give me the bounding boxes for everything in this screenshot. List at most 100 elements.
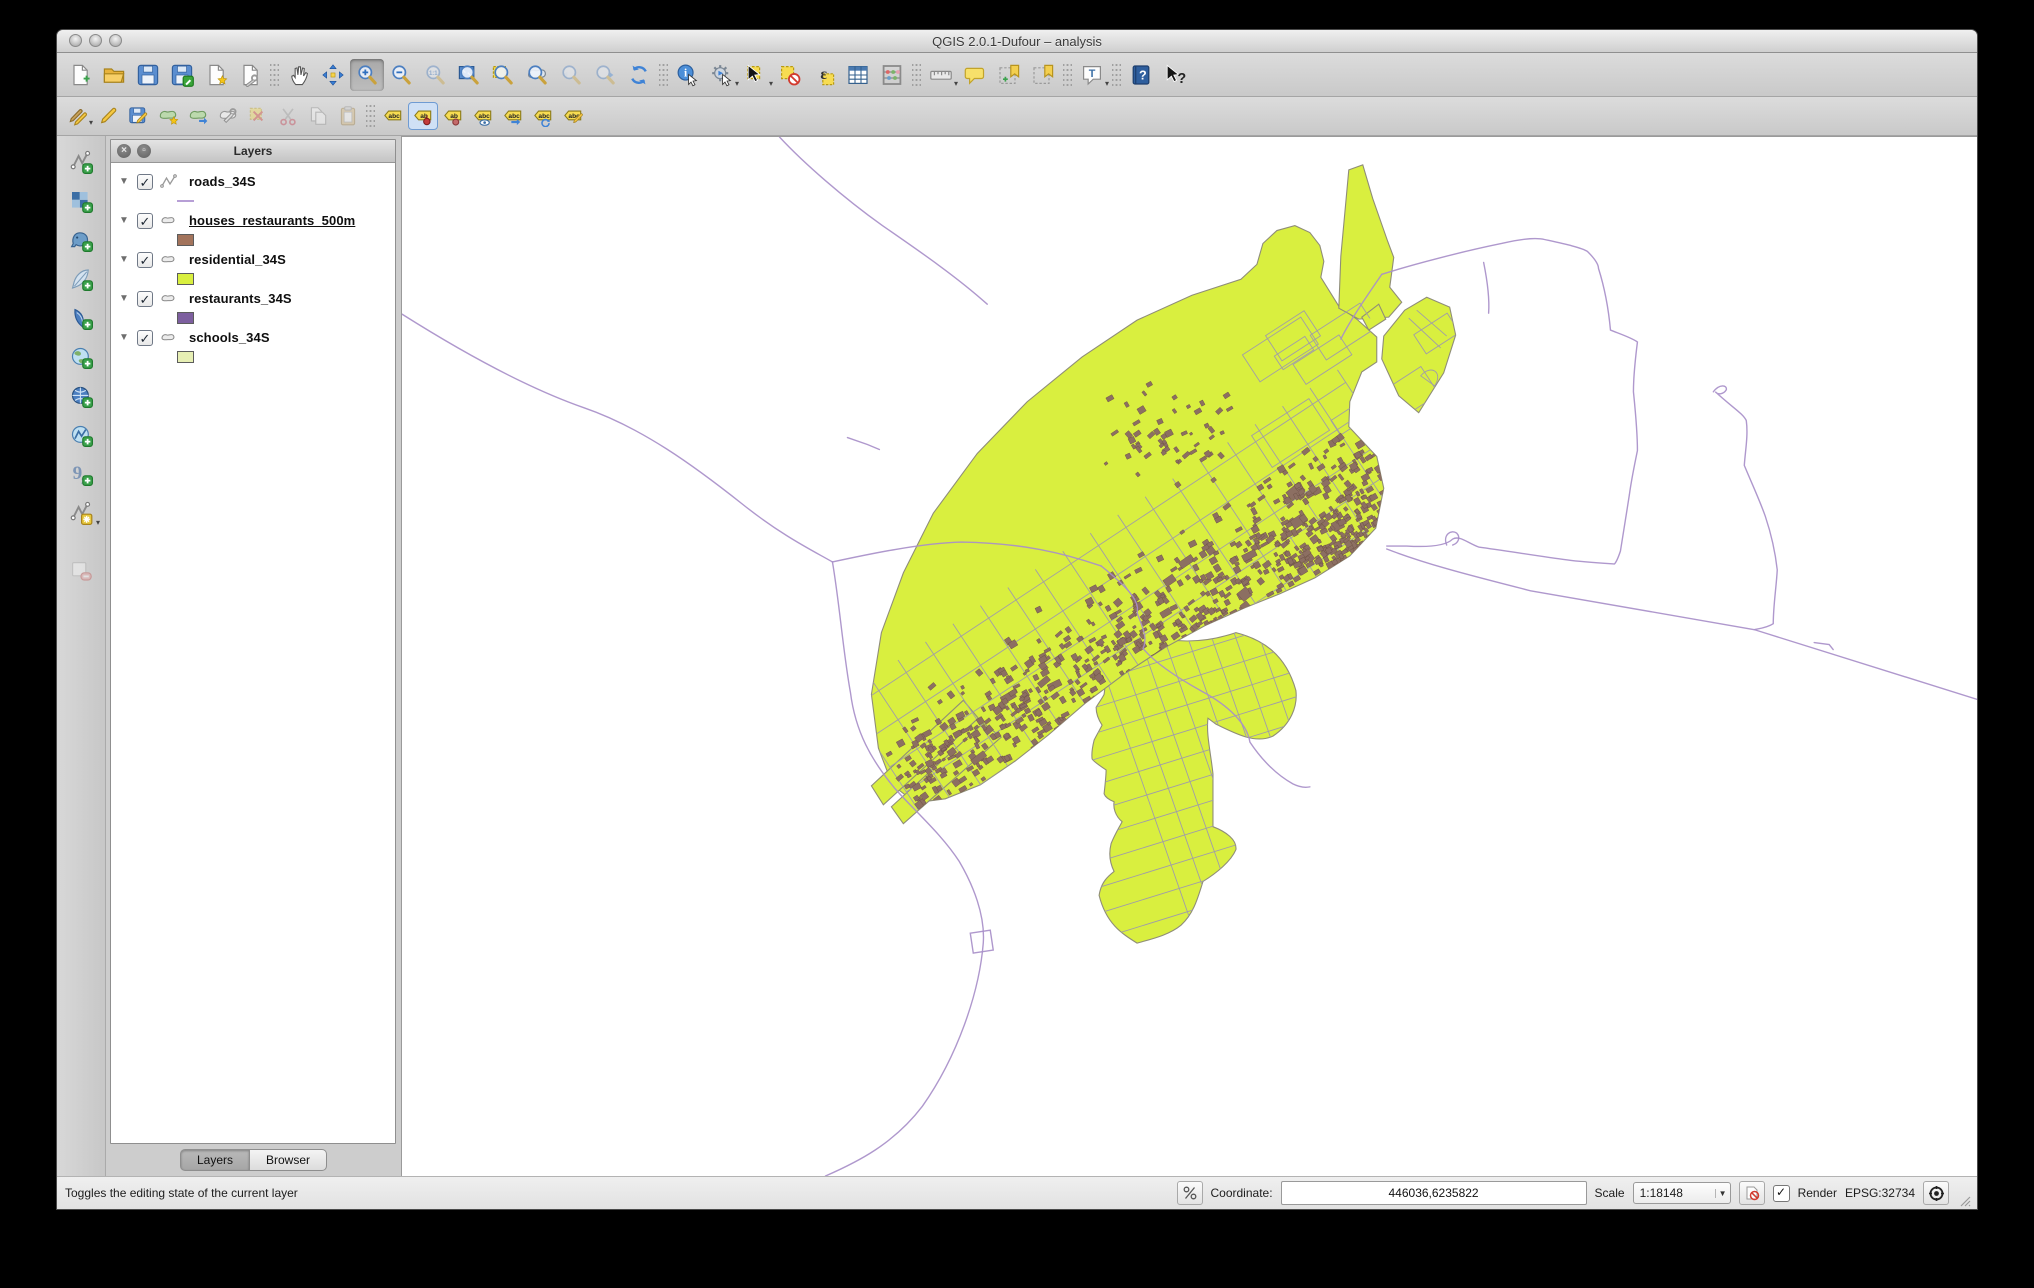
composer-manager-button[interactable] [233,59,267,91]
zoom-last-button[interactable] [554,59,588,91]
layer-row-restaurants_34S[interactable]: ▼✓restaurants_34S [111,286,395,311]
help-contents-button[interactable]: ? [1124,59,1158,91]
symbology-swatch [177,234,194,246]
add-spatialite-layer-button[interactable] [62,261,100,297]
rotate-label-button[interactable]: abc [528,102,558,130]
expand-arrow-icon[interactable]: ▼ [119,215,130,226]
expand-arrow-icon[interactable]: ▼ [119,293,130,304]
map-canvas[interactable] [402,136,1977,1176]
scale-combobox[interactable]: 1:18148 ▼ [1633,1182,1731,1204]
whats-this-button[interactable]: ? [1158,59,1192,91]
highlight-pinned-labels-button[interactable]: ab [438,102,468,130]
toggle-editing-button[interactable] [93,102,123,130]
select-features-button[interactable]: ▾ [739,59,773,91]
layer-checkbox[interactable]: ✓ [137,330,153,346]
open-attribute-table-button[interactable] [841,59,875,91]
field-calculator-button[interactable] [875,59,909,91]
desktop-background: QGIS 2.0.1-Dufour – analysis 1:1i▾▾ε▾T▾?… [0,0,2034,1288]
move-label-button[interactable]: abc [498,102,528,130]
add-delimited-text-layer-button[interactable]: 9, [62,456,100,492]
add-wms-layer-button[interactable] [62,339,100,375]
text-annotation-button[interactable]: T▾ [1075,59,1109,91]
zoom-full-button[interactable] [452,59,486,91]
save-layer-edits-button[interactable] [123,102,153,130]
add-mssql-layer-button[interactable] [62,300,100,336]
zoom-button[interactable] [109,34,122,47]
add-feature-icon [157,105,179,127]
window-title: QGIS 2.0.1-Dufour – analysis [57,34,1977,49]
minimize-button[interactable] [89,34,102,47]
zoom-in-button[interactable] [350,59,384,91]
stop-rendering-button[interactable] [1739,1181,1765,1205]
open-project-button[interactable] [97,59,131,91]
refresh-map-icon [627,63,651,87]
pin-unpin-labels-button[interactable]: ab [408,102,438,130]
add-raster-layer-icon [69,189,93,213]
add-raster-layer-button[interactable] [62,183,100,219]
new-shapefile-layer-button[interactable]: ▾ [62,495,100,531]
layer-checkbox[interactable]: ✓ [137,174,153,190]
layer-row-residential_34S[interactable]: ▼✓residential_34S [111,247,395,272]
new-bookmark-button[interactable] [992,59,1026,91]
layer-checkbox[interactable]: ✓ [137,291,153,307]
pan-map-button[interactable] [282,59,316,91]
measure-line-button[interactable]: ▾ [924,59,958,91]
coordinate-input[interactable] [1281,1181,1587,1205]
node-tool-button[interactable] [213,102,243,130]
layers-panel: × ▫ Layers ▼✓roads_34S▼✓houses_restauran… [110,139,396,1144]
copy-features-button[interactable] [303,102,333,130]
layer-row-roads_34S[interactable]: ▼✓roads_34S [111,169,395,194]
tab-browser[interactable]: Browser [250,1149,327,1171]
run-feature-action-icon [710,63,734,87]
delete-selected-button[interactable] [243,102,273,130]
layer-row-houses_restaurants_500m[interactable]: ▼✓houses_restaurants_500m [111,208,395,233]
add-feature-button[interactable] [153,102,183,130]
save-project-as-button[interactable] [165,59,199,91]
tab-layers[interactable]: Layers [180,1149,250,1171]
layer-row-schools_34S[interactable]: ▼✓schools_34S [111,325,395,350]
expand-arrow-icon[interactable]: ▼ [119,254,130,265]
pan-map-icon [287,63,311,87]
new-project-button[interactable] [63,59,97,91]
layer-checkbox[interactable]: ✓ [137,252,153,268]
save-project-button[interactable] [131,59,165,91]
show-bookmarks-button[interactable] [1026,59,1060,91]
add-vector-layer-button[interactable] [62,144,100,180]
zoom-next-button[interactable] [588,59,622,91]
render-checkbox[interactable]: ✓ [1773,1185,1790,1202]
map-tips-button[interactable] [958,59,992,91]
zoom-to-layer-button[interactable] [520,59,554,91]
refresh-map-button[interactable] [622,59,656,91]
deselect-features-button[interactable] [773,59,807,91]
current-edits-button[interactable]: ▾ [63,102,93,130]
identify-features-button[interactable]: i [671,59,705,91]
add-wfs-layer-button[interactable] [62,417,100,453]
change-label-button[interactable]: abc [558,102,588,130]
paste-features-button[interactable] [333,102,363,130]
move-feature-button[interactable] [183,102,213,130]
add-postgis-layer-button[interactable] [62,222,100,258]
coordinate-extent-toggle-button[interactable] [1177,1181,1203,1205]
layer-checkbox[interactable]: ✓ [137,213,153,229]
crs-status-button[interactable] [1923,1181,1949,1205]
zoom-to-selection-button[interactable] [486,59,520,91]
move-feature-icon [187,105,209,127]
zoom-out-button[interactable] [384,59,418,91]
pan-to-selection-icon [321,63,345,87]
select-by-expression-button[interactable]: ε [807,59,841,91]
new-print-composer-button[interactable] [199,59,233,91]
add-wcs-layer-button[interactable] [62,378,100,414]
expand-arrow-icon[interactable]: ▼ [119,332,130,343]
expand-arrow-icon[interactable]: ▼ [119,176,130,187]
scale-value: 1:18148 [1634,1186,1715,1200]
layer-labeling-options-button[interactable]: abc [378,102,408,130]
run-feature-action-button[interactable]: ▾ [705,59,739,91]
remove-layer-button[interactable] [62,553,100,589]
close-button[interactable] [69,34,82,47]
resize-grip[interactable] [1957,1193,1971,1207]
title-bar[interactable]: QGIS 2.0.1-Dufour – analysis [57,30,1977,53]
show-hide-labels-button[interactable]: abc [468,102,498,130]
pan-to-selection-button[interactable] [316,59,350,91]
zoom-actual-size-button[interactable]: 1:1 [418,59,452,91]
cut-features-button[interactable] [273,102,303,130]
